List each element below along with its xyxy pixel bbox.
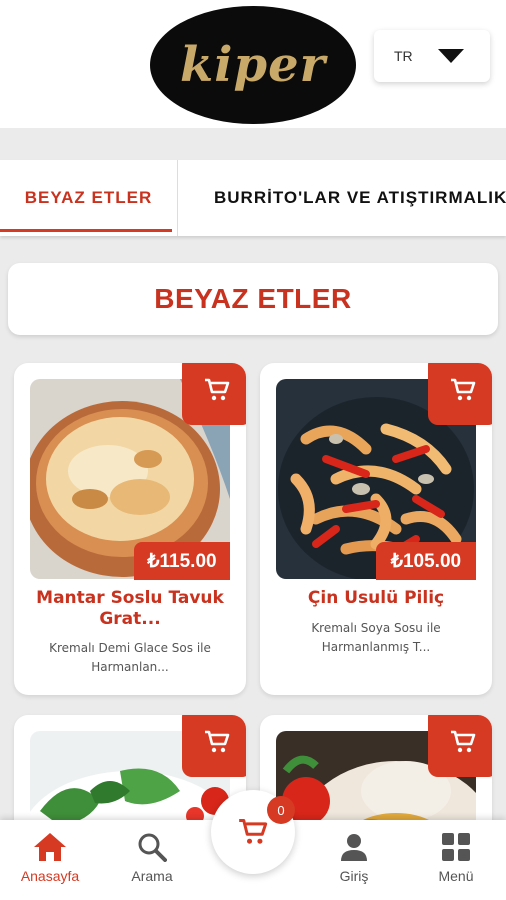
- product-description: Kremalı Demi Glace Sos ile Harmanlan...: [49, 641, 211, 674]
- grid-icon: [442, 833, 470, 861]
- language-selector[interactable]: TR: [374, 30, 490, 82]
- product-card[interactable]: ₺105.00 Çin Usulü Piliç Kremalı Soya Sos…: [260, 363, 492, 695]
- home-icon: [34, 833, 66, 861]
- cart-icon: [205, 378, 230, 401]
- price-tag: ₺105.00: [376, 542, 476, 580]
- nav-login[interactable]: Giriş: [309, 832, 399, 884]
- app-header: kiper TR: [0, 0, 506, 128]
- tab-beyaz-etler[interactable]: BEYAZ ETLER: [0, 160, 178, 236]
- product-description: Kremalı Soya Sosu ile Harmanlanmış T...: [311, 621, 441, 654]
- section-title: BEYAZ ETLER: [154, 283, 352, 314]
- product-title[interactable]: Mantar Soslu Tavuk Grat...: [24, 588, 236, 630]
- cart-icon: [239, 818, 268, 844]
- nav-home-label: Anasayfa: [20, 868, 80, 884]
- product-title[interactable]: Çin Usulü Piliç: [270, 588, 482, 609]
- nav-menu-label: Menü: [438, 868, 474, 884]
- cart-count-badge: 0: [267, 796, 295, 824]
- add-to-cart-button[interactable]: [182, 715, 246, 777]
- add-to-cart-button[interactable]: [428, 715, 492, 777]
- category-tabs: BEYAZ ETLER BURRİTO'LAR VE ATIŞTIRMALIKL…: [0, 160, 506, 236]
- language-code: TR: [394, 48, 413, 64]
- caret-down-icon: [438, 49, 464, 63]
- logo-text: kiper: [180, 37, 326, 93]
- cart-icon: [451, 378, 476, 401]
- kiper-logo[interactable]: kiper: [150, 6, 356, 124]
- price-tag: ₺115.00: [134, 542, 230, 580]
- section-header: BEYAZ ETLER: [8, 263, 498, 335]
- nav-search[interactable]: Arama: [107, 832, 197, 884]
- add-to-cart-button[interactable]: [182, 363, 246, 425]
- tab-burritolar[interactable]: BURRİTO'LAR VE ATIŞTIRMALIKLAR: [214, 160, 506, 236]
- nav-menu[interactable]: Menü: [411, 832, 501, 884]
- cart-icon: [451, 730, 476, 753]
- product-card[interactable]: ₺115.00 Mantar Soslu Tavuk Grat... Krema…: [14, 363, 246, 695]
- nav-login-label: Giriş: [339, 868, 369, 884]
- nav-search-label: Arama: [131, 868, 173, 884]
- nav-home[interactable]: Anasayfa: [5, 832, 95, 884]
- user-icon: [341, 834, 367, 861]
- add-to-cart-button[interactable]: [428, 363, 492, 425]
- search-icon: [138, 833, 167, 862]
- cart-icon: [205, 730, 230, 753]
